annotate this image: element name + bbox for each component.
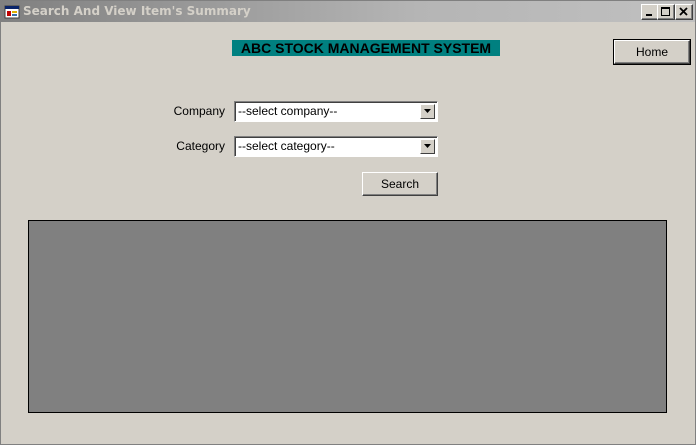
window-title: Search And View Item's Summary — [23, 4, 251, 18]
main-window: Search And View Item's Summary ABC STOCK… — [0, 0, 696, 445]
category-select-value: --select category-- — [238, 139, 335, 153]
title-bar[interactable]: Search And View Item's Summary — [1, 1, 695, 22]
company-label: Company — [173, 104, 225, 118]
chevron-down-icon — [424, 144, 431, 148]
app-banner: ABC STOCK MANAGEMENT SYSTEM — [232, 40, 500, 56]
chevron-down-icon — [424, 109, 431, 113]
banner-title: ABC STOCK MANAGEMENT SYSTEM — [240, 40, 492, 56]
company-select[interactable]: --select company-- — [234, 101, 438, 122]
close-button[interactable] — [675, 4, 693, 20]
minimize-icon — [646, 14, 652, 16]
search-button[interactable]: Search — [362, 172, 438, 196]
results-grid[interactable] — [28, 220, 667, 413]
category-dropdown-button[interactable] — [420, 139, 435, 154]
maximize-button[interactable] — [657, 4, 675, 20]
home-button[interactable]: Home — [613, 39, 691, 65]
company-dropdown-button[interactable] — [420, 104, 435, 119]
close-icon — [679, 7, 688, 16]
maximize-icon — [661, 7, 670, 16]
company-select-value: --select company-- — [238, 104, 338, 118]
category-select[interactable]: --select category-- — [234, 136, 438, 157]
app-form-icon[interactable] — [4, 4, 20, 20]
category-label: Category — [176, 139, 225, 153]
